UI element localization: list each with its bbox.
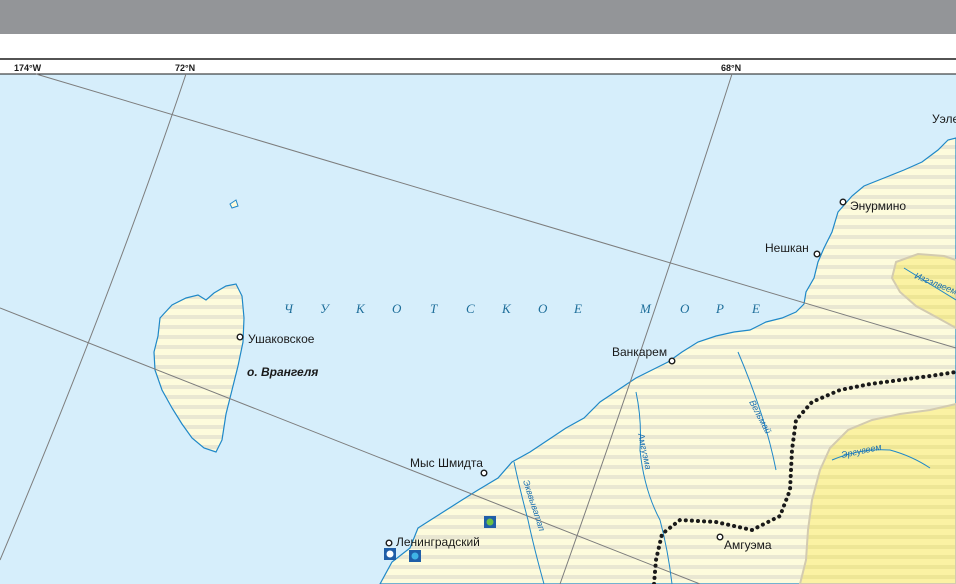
place-label-neshkan[interactable]: Нешкан bbox=[765, 241, 809, 255]
settlement-marker[interactable] bbox=[813, 250, 821, 258]
header-bar bbox=[0, 0, 956, 34]
sea-letter: Е bbox=[573, 301, 582, 316]
coord-label-72n: 72°N bbox=[175, 63, 195, 73]
resource-symbol-dot bbox=[411, 552, 419, 560]
place-label-enurmino[interactable]: Энурмино bbox=[850, 199, 906, 213]
settlement-marker[interactable] bbox=[839, 198, 847, 206]
settlement-marker[interactable] bbox=[480, 469, 488, 477]
sea-letter: О bbox=[392, 301, 402, 316]
sea-letter: Т bbox=[430, 301, 438, 316]
settlement-marker[interactable] bbox=[716, 533, 724, 541]
sea-letter: Е bbox=[751, 301, 760, 316]
resource-symbol-dot bbox=[386, 550, 394, 558]
place-label-ushakovskoe[interactable]: Ушаковское bbox=[248, 332, 315, 346]
sea-letter: М bbox=[639, 301, 652, 316]
sea-letter: К bbox=[501, 301, 512, 316]
place-label-uelen[interactable]: Уэле bbox=[932, 112, 956, 126]
island-label-wrangel: о. Врангеля bbox=[247, 365, 318, 379]
map-view[interactable]: 174°W 72°N 68°N Ч У К О Т С К О Е М О Р … bbox=[0, 58, 956, 584]
sea-letter: О bbox=[680, 301, 690, 316]
map-canvas[interactable]: 174°W 72°N 68°N Ч У К О Т С К О Е М О Р … bbox=[0, 58, 956, 584]
place-label-leningradsky[interactable]: Ленинградский bbox=[396, 535, 480, 549]
place-label-amguema[interactable]: Амгуэма bbox=[724, 538, 772, 552]
settlement-marker[interactable] bbox=[668, 357, 676, 365]
settlement-marker[interactable] bbox=[236, 333, 244, 341]
sea-letter: Р bbox=[715, 301, 724, 316]
coordinate-strip bbox=[0, 58, 956, 74]
resource-symbol-dot bbox=[486, 518, 494, 526]
sea-letter: К bbox=[355, 301, 366, 316]
sea-letter: О bbox=[538, 301, 548, 316]
place-label-vankarem[interactable]: Ванкарем bbox=[612, 345, 667, 359]
place-label-mys-shmidta[interactable]: Мыс Шмидта bbox=[410, 456, 483, 470]
coord-label-68n: 68°N bbox=[721, 63, 741, 73]
coord-label-174w: 174°W bbox=[14, 63, 42, 73]
settlement-marker[interactable] bbox=[385, 539, 393, 547]
header-gap bbox=[0, 34, 956, 58]
sea-letter: Ч bbox=[284, 301, 294, 316]
sea-letter: С bbox=[466, 301, 475, 316]
